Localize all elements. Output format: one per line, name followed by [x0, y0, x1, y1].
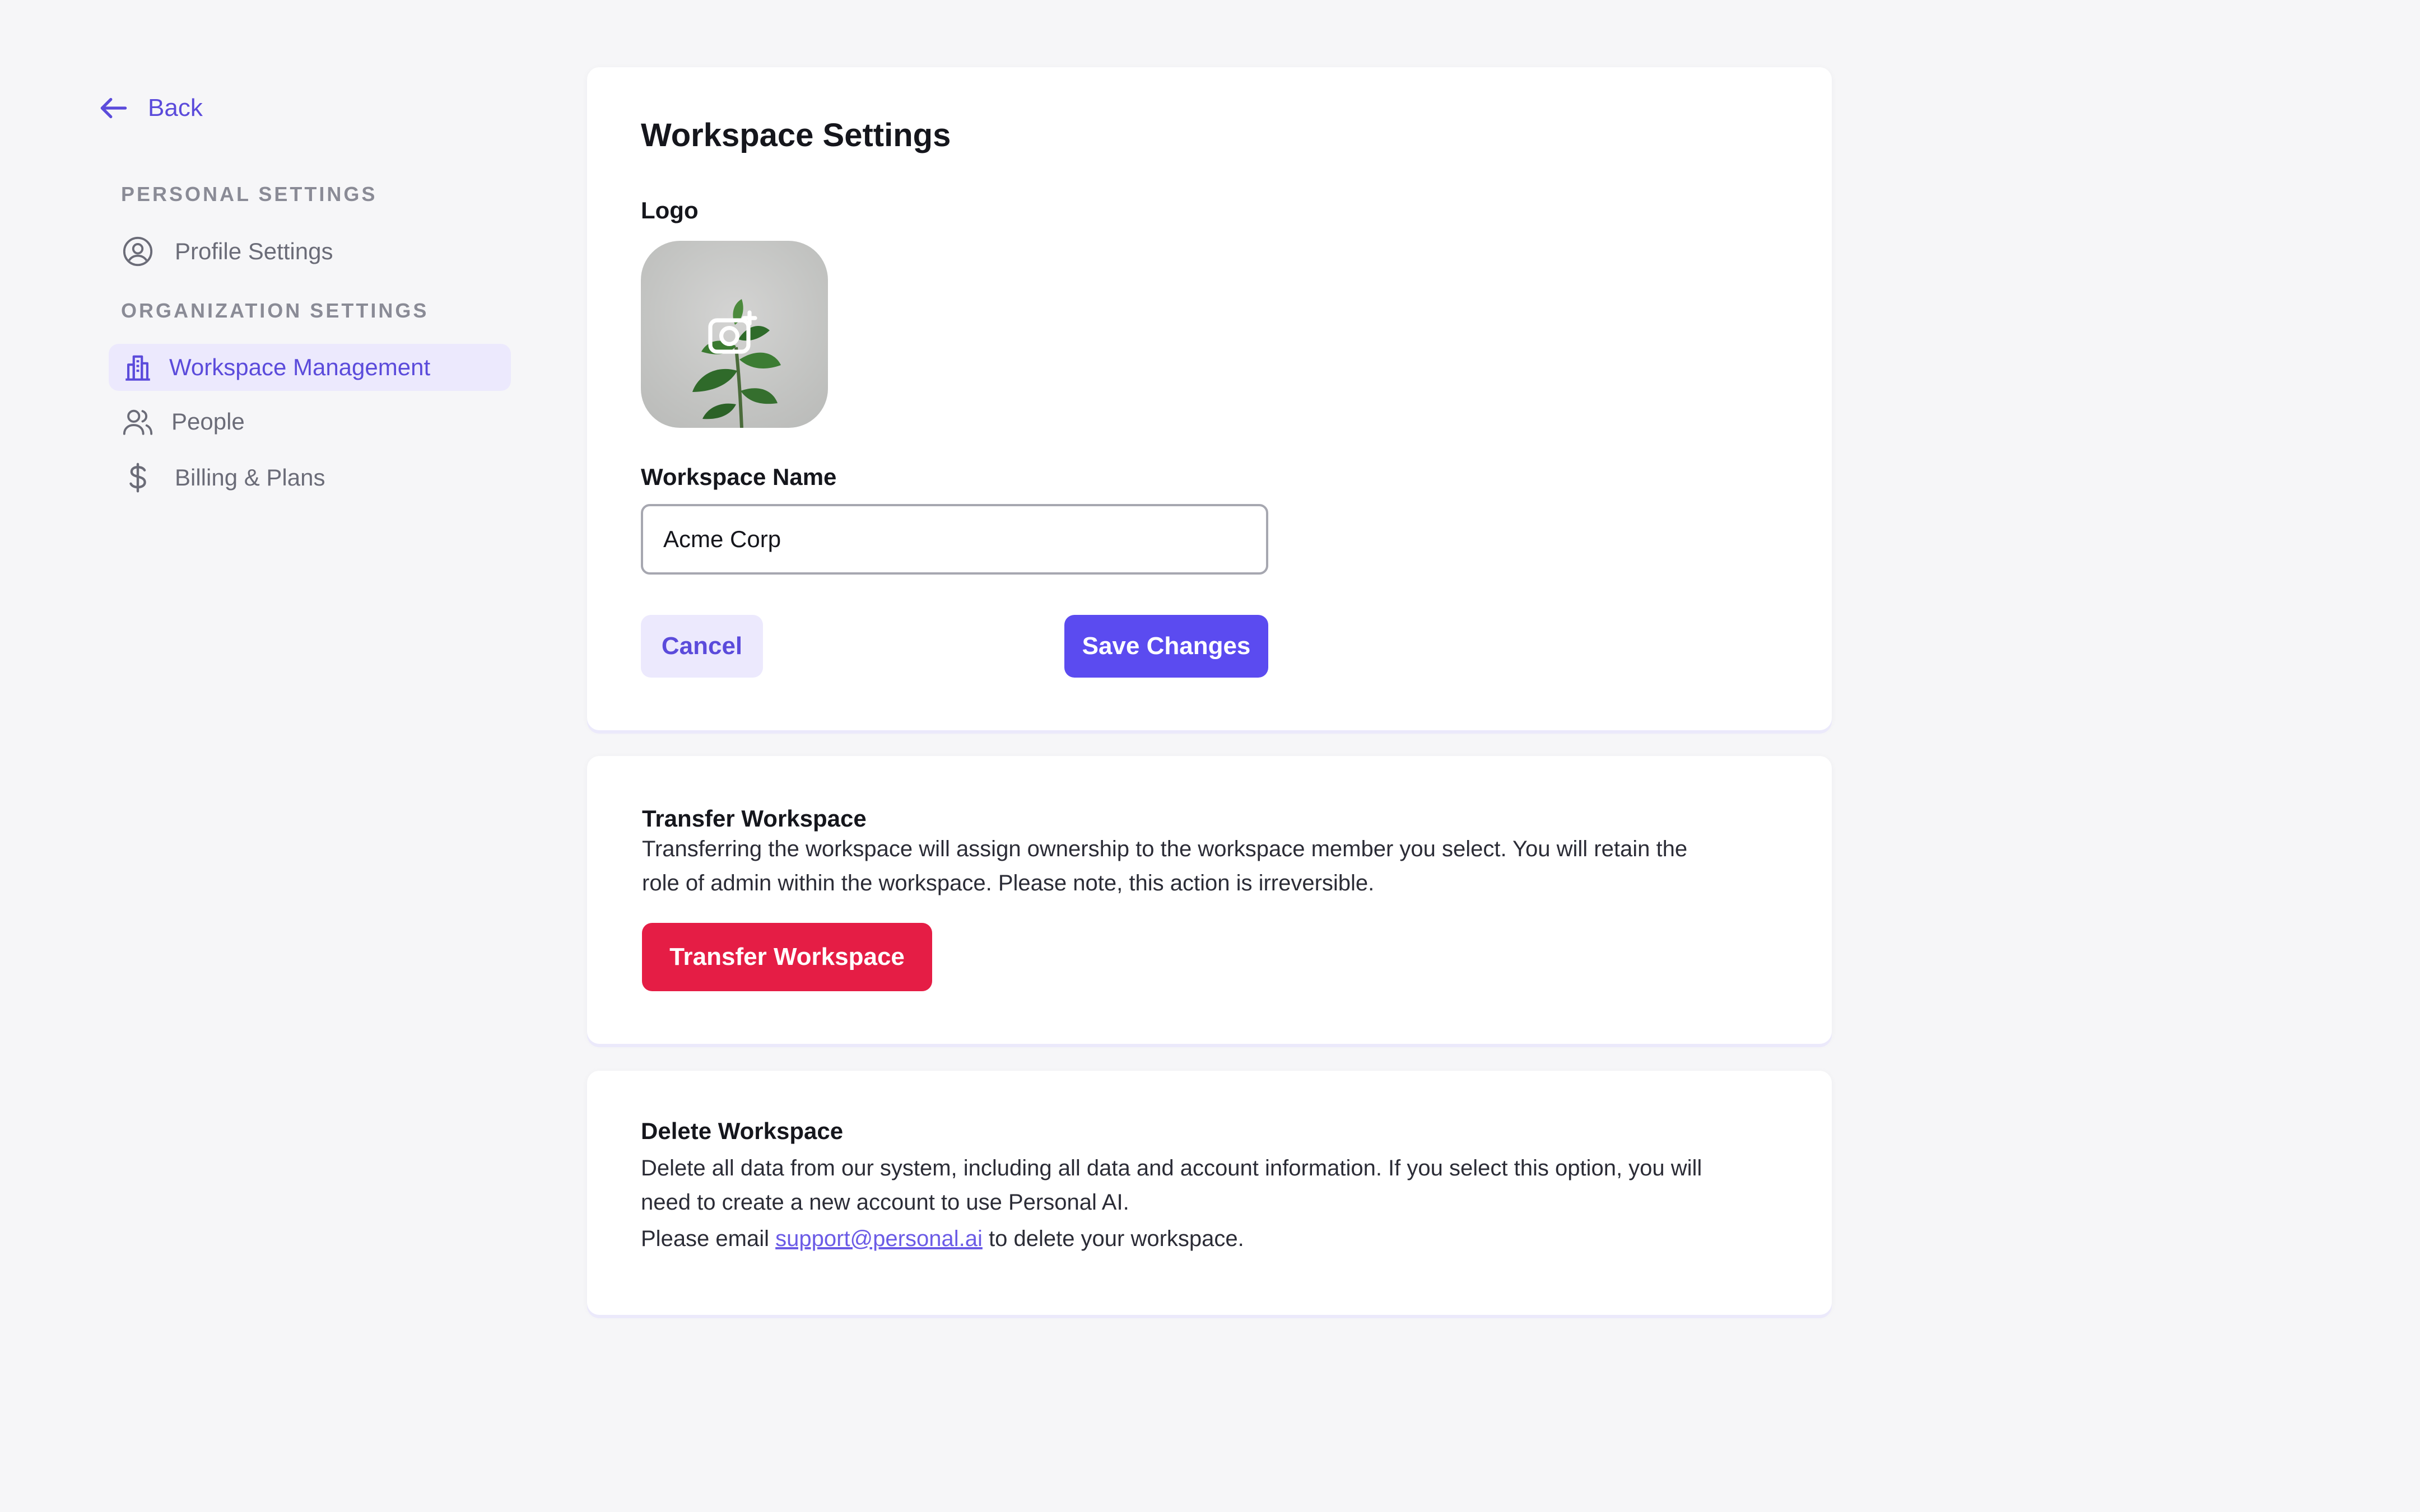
support-email-link[interactable]: support@personal.ai	[775, 1226, 983, 1251]
workspace-name-input[interactable]	[641, 504, 1268, 575]
building-icon	[121, 351, 155, 384]
email-prefix: Please email	[641, 1226, 770, 1251]
email-suffix: to delete your workspace.	[988, 1226, 1244, 1251]
transfer-description: Transferring the workspace will assign o…	[642, 832, 1796, 900]
users-icon	[121, 405, 155, 438]
transfer-description-line: Transferring the workspace will assign o…	[642, 837, 1688, 861]
dollar-icon	[121, 461, 155, 494]
cancel-button[interactable]: Cancel	[641, 615, 763, 678]
back-link[interactable]: Back	[96, 91, 203, 125]
user-circle-icon	[121, 235, 155, 268]
transfer-workspace-button[interactable]: Transfer Workspace	[642, 923, 932, 991]
delete-email-line: Please email support@personal.ai to dele…	[641, 1222, 1806, 1256]
sidebar-item-label: Billing & Plans	[175, 464, 325, 491]
transfer-title: Transfer Workspace	[642, 805, 867, 832]
personal-settings-heading: PERSONAL SETTINGS	[121, 183, 378, 206]
sidebar-item-label: Profile Settings	[175, 238, 333, 264]
camera-add-icon	[708, 310, 757, 354]
arrow-left-icon	[100, 97, 127, 119]
workspace-settings-card: Workspace Settings Logo Workspace Name C…	[587, 67, 1832, 730]
workspace-logo-upload[interactable]	[641, 241, 828, 428]
delete-description: Delete all data from our system, includi…	[641, 1151, 1806, 1256]
organization-settings-heading: ORGANIZATION SETTINGS	[121, 299, 429, 322]
settings-page: Back PERSONAL SETTINGS Profile Settings …	[0, 0, 2420, 1512]
sidebar-item-people[interactable]: People	[121, 402, 245, 441]
logo-label: Logo	[641, 197, 699, 223]
delete-description-line: need to create a new account to use Pers…	[641, 1190, 1129, 1215]
sidebar-item-label: People	[171, 408, 245, 435]
sidebar-item-billing-plans[interactable]: Billing & Plans	[121, 458, 325, 497]
delete-title: Delete Workspace	[641, 1118, 844, 1144]
sidebar-item-workspace-management[interactable]: Workspace Management	[109, 344, 511, 391]
transfer-workspace-card: Transfer Workspace Transferring the work…	[587, 756, 1832, 1044]
workspace-name-label: Workspace Name	[641, 464, 837, 490]
sidebar-item-label: Workspace Management	[169, 354, 431, 380]
transfer-description-line: role of admin within the workspace. Plea…	[642, 871, 1375, 895]
delete-description-line: Delete all data from our system, includi…	[641, 1156, 1702, 1180]
save-changes-button[interactable]: Save Changes	[1064, 615, 1268, 678]
back-label: Back	[148, 94, 203, 122]
delete-workspace-card: Delete Workspace Delete all data from ou…	[587, 1071, 1832, 1315]
card-title: Workspace Settings	[641, 117, 951, 153]
sidebar-item-profile-settings[interactable]: Profile Settings	[121, 232, 333, 271]
